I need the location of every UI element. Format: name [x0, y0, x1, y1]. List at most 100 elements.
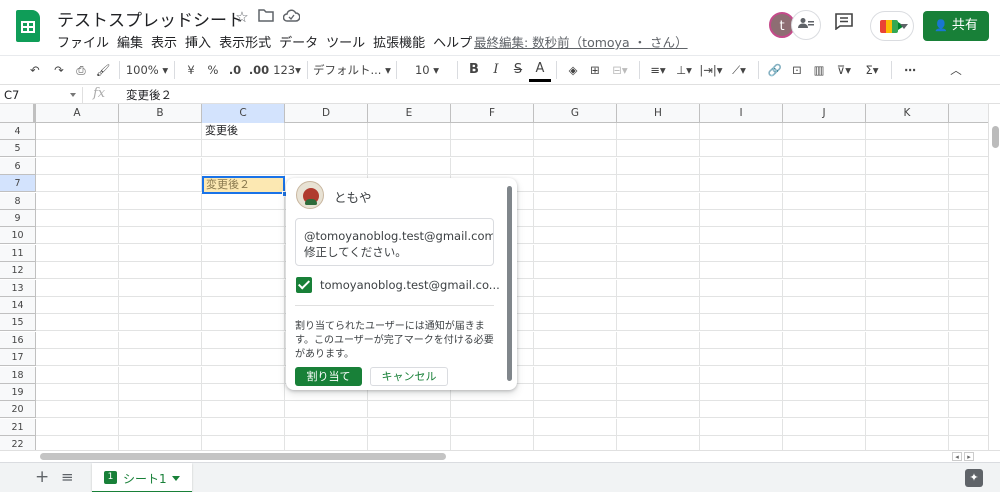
grid-cell[interactable]: [700, 123, 783, 140]
grid-cell[interactable]: [866, 210, 949, 227]
grid-cell[interactable]: [451, 157, 534, 175]
borders-icon[interactable]: ⊞: [584, 57, 606, 83]
merge-cells-icon[interactable]: ⊟▾: [606, 57, 634, 83]
grid-cell[interactable]: [617, 262, 700, 280]
collapse-menus-icon[interactable]: ︿: [945, 57, 967, 83]
grid-cell[interactable]: [949, 384, 988, 401]
grid-cell[interactable]: [451, 123, 534, 140]
grid-cell[interactable]: [36, 140, 119, 158]
formula-input[interactable]: 変更後２: [126, 87, 172, 103]
row-header[interactable]: 14: [0, 297, 36, 314]
grid-cell[interactable]: [700, 262, 783, 280]
grid-cell[interactable]: [36, 227, 119, 245]
grid-cell[interactable]: [866, 384, 949, 401]
grid-cell[interactable]: [36, 331, 119, 349]
menu-help[interactable]: ヘルプ: [433, 32, 472, 51]
grid-cell[interactable]: [866, 123, 949, 140]
cancel-button[interactable]: キャンセル: [370, 367, 448, 386]
grid-cell[interactable]: [534, 157, 617, 175]
grid-cell[interactable]: [36, 210, 119, 227]
grid-cell[interactable]: [119, 123, 202, 140]
grid-cell[interactable]: [36, 349, 119, 367]
grid-cell[interactable]: [700, 175, 783, 193]
all-sheets-icon[interactable]: ≡: [61, 468, 74, 486]
grid-cell[interactable]: [783, 262, 866, 280]
grid-cell[interactable]: [119, 349, 202, 367]
grid-cell[interactable]: [783, 279, 866, 297]
insert-chart-icon[interactable]: ▥: [808, 57, 830, 83]
grid-cell[interactable]: [534, 175, 617, 193]
grid-cell[interactable]: [949, 297, 988, 314]
name-box[interactable]: C7: [4, 87, 78, 103]
grid-cell[interactable]: [949, 314, 988, 332]
menu-data[interactable]: データ: [279, 32, 318, 51]
grid-cell[interactable]: [285, 401, 368, 419]
grid-cell[interactable]: [36, 401, 119, 419]
horizontal-scrollbar[interactable]: ◂ ▸: [0, 450, 1000, 462]
grid-cell[interactable]: [119, 244, 202, 262]
grid-cell[interactable]: [202, 418, 285, 436]
row-header[interactable]: 20: [0, 401, 36, 419]
sheets-logo-icon[interactable]: [16, 10, 40, 42]
share-people-icon[interactable]: [791, 10, 821, 40]
grid-cell[interactable]: [866, 436, 949, 450]
row-header[interactable]: 15: [0, 314, 36, 332]
grid-cell[interactable]: [617, 349, 700, 367]
row-header[interactable]: 10: [0, 227, 36, 245]
grid-cell[interactable]: [119, 436, 202, 450]
share-button[interactable]: 👤 共有: [923, 11, 989, 41]
column-header[interactable]: A: [36, 104, 119, 123]
grid-cell[interactable]: [866, 227, 949, 245]
grid-cell[interactable]: [36, 279, 119, 297]
row-header[interactable]: 6: [0, 157, 36, 175]
grid-cell[interactable]: [617, 279, 700, 297]
text-rotation-icon[interactable]: ⟋▾: [725, 57, 753, 83]
column-header[interactable]: L: [949, 104, 988, 123]
row-header[interactable]: 4: [0, 123, 36, 140]
fill-color-icon[interactable]: ◈: [562, 57, 584, 83]
grid-cell[interactable]: [700, 210, 783, 227]
grid-cell[interactable]: [285, 140, 368, 158]
star-icon[interactable]: ☆: [233, 8, 251, 26]
grid-cell[interactable]: [202, 401, 285, 419]
grid-cell[interactable]: [617, 227, 700, 245]
grid-cell[interactable]: [783, 297, 866, 314]
grid-cell[interactable]: [534, 210, 617, 227]
grid-cell[interactable]: [451, 140, 534, 158]
grid-cell[interactable]: [368, 418, 451, 436]
text-color-button[interactable]: A: [529, 58, 551, 82]
column-header[interactable]: D: [285, 104, 368, 123]
grid-cell[interactable]: [949, 245, 988, 262]
grid-cell[interactable]: [617, 123, 700, 140]
grid-cell[interactable]: [783, 175, 866, 193]
grid-cell[interactable]: [866, 297, 949, 314]
grid-cell[interactable]: [36, 175, 119, 193]
grid-cell[interactable]: [202, 314, 285, 332]
row-header[interactable]: 7: [0, 175, 36, 193]
grid-cell[interactable]: [119, 157, 202, 175]
grid-cell[interactable]: [617, 192, 700, 210]
grid-cell[interactable]: [949, 419, 988, 436]
sheet-tab[interactable]: 1 シート1: [92, 463, 192, 492]
row-header[interactable]: 13: [0, 279, 36, 297]
grid-cell[interactable]: [617, 297, 700, 314]
column-header[interactable]: I: [700, 104, 783, 123]
grid-cell[interactable]: [700, 157, 783, 175]
grid-cell[interactable]: [700, 401, 783, 419]
grid-cell[interactable]: [866, 262, 949, 280]
grid-cell[interactable]: [202, 436, 285, 450]
grid-cell[interactable]: [36, 314, 119, 332]
grid-cell[interactable]: [700, 192, 783, 210]
grid-cell[interactable]: [783, 227, 866, 245]
grid-cell[interactable]: [36, 192, 119, 210]
column-header[interactable]: G: [534, 104, 617, 123]
more-formats-button[interactable]: 123▾: [272, 57, 302, 83]
grid-cell[interactable]: [119, 227, 202, 245]
grid-cell[interactable]: [700, 349, 783, 367]
column-header[interactable]: B: [119, 104, 202, 123]
grid-cell[interactable]: [949, 210, 988, 227]
grid-cell[interactable]: [202, 192, 285, 210]
grid-cell[interactable]: [949, 436, 988, 450]
grid-cell[interactable]: [534, 297, 617, 314]
grid-cell[interactable]: [949, 367, 988, 384]
